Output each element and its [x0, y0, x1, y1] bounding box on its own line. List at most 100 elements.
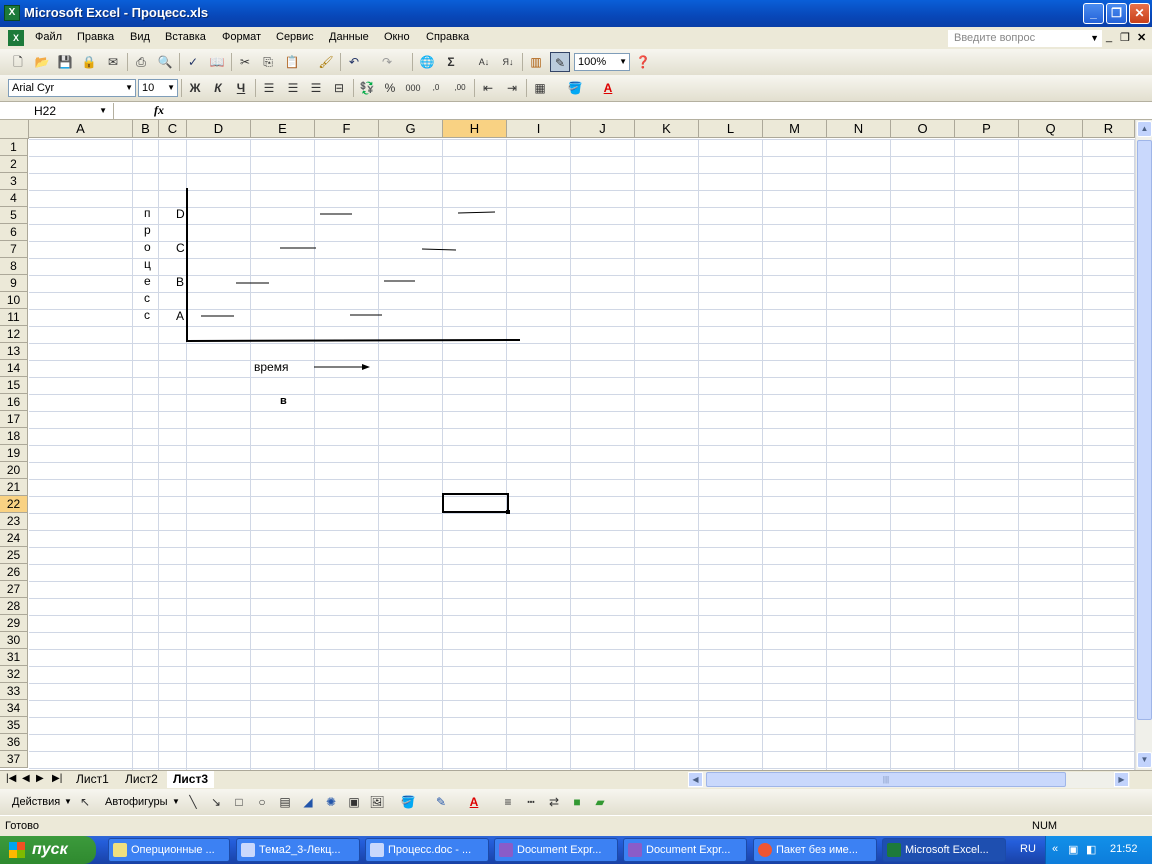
paste-icon[interactable]: 📋 [282, 52, 302, 72]
line-color-icon[interactable]: ✎ [431, 792, 451, 812]
help-icon[interactable]: ❓ [633, 52, 653, 72]
clipart-icon[interactable]: ▣ [344, 792, 364, 812]
decrease-indent-icon[interactable]: ⇤ [478, 78, 498, 98]
network-icon[interactable]: ▣ [1068, 843, 1078, 856]
doc-restore-icon[interactable]: ❐ [1120, 31, 1130, 44]
task-word-2[interactable]: Процесс.doc - ... [365, 838, 489, 862]
align-right-icon[interactable]: ☰ [306, 78, 326, 98]
sheet-tab-1[interactable]: Лист1 [70, 771, 115, 788]
italic-button[interactable]: К [208, 78, 228, 98]
permission-icon[interactable]: 🔒 [79, 52, 99, 72]
spelling-icon[interactable]: ✓ [183, 52, 203, 72]
chevron-down-icon[interactable]: ▼ [167, 80, 175, 96]
actions-menu[interactable]: Действия [12, 796, 60, 808]
autosum-icon[interactable]: Σ [441, 52, 461, 72]
autoshapes-menu[interactable]: Автофигуры [105, 796, 168, 808]
workbook-icon[interactable]: X [8, 30, 24, 46]
menu-help[interactable]: Справка [426, 31, 469, 43]
hyperlink-icon[interactable]: 🌐 [417, 52, 437, 72]
chevron-down-icon[interactable]: ▼ [1090, 31, 1099, 46]
percent-button[interactable]: % [380, 78, 400, 98]
doc-minimize-icon[interactable]: _ [1106, 31, 1112, 43]
restore-button[interactable]: ❐ [1106, 3, 1127, 24]
currency-icon[interactable]: 💱 [357, 78, 377, 98]
increase-indent-icon[interactable]: ⇥ [502, 78, 522, 98]
menu-insert[interactable]: Вставка [165, 31, 206, 43]
font-color-icon[interactable]: A [598, 78, 618, 98]
undo-icon[interactable]: ↶ [344, 52, 364, 72]
chevron-down-icon[interactable]: ▼ [64, 797, 72, 806]
minimize-button[interactable]: _ [1083, 3, 1104, 24]
task-document-express-1[interactable]: Document Expr... [494, 838, 618, 862]
menu-file[interactable]: Файл [35, 31, 62, 43]
chevron-down-icon[interactable]: ▼ [172, 797, 180, 806]
underline-button[interactable]: Ч [231, 78, 251, 98]
scroll-right-icon[interactable]: ▶ [1114, 772, 1129, 787]
menu-data[interactable]: Данные [329, 31, 369, 43]
excel-app-icon[interactable]: X [4, 5, 20, 21]
hscroll-thumb[interactable]: ||| [706, 772, 1066, 787]
chevron-down-icon[interactable]: ▼ [619, 54, 627, 70]
decrease-decimal-button[interactable]: ,00 [450, 78, 470, 98]
shadow-icon[interactable]: ■ [567, 792, 587, 812]
sort-ascending-icon[interactable]: A↓ [474, 52, 494, 72]
task-word-1[interactable]: Тема2_3-Лекц... [236, 838, 360, 862]
scroll-thumb[interactable] [1137, 140, 1152, 720]
copy-icon[interactable]: ⎘ [258, 52, 278, 72]
scroll-up-icon[interactable]: ▲ [1137, 121, 1152, 137]
language-indicator[interactable]: RU [1020, 843, 1036, 855]
doc-close-icon[interactable]: ✕ [1137, 31, 1146, 44]
font-size-select[interactable]: 10 ▼ [138, 79, 178, 97]
menu-window[interactable]: Окно [384, 31, 410, 43]
fill-color-icon[interactable]: 🪣 [565, 78, 585, 98]
drawing-toggle-icon[interactable]: ✎ [550, 52, 570, 72]
close-button[interactable]: ✕ [1129, 3, 1150, 24]
menu-tools[interactable]: Сервис [276, 31, 314, 43]
fill-color-icon[interactable]: 🪣 [398, 792, 418, 812]
oval-icon[interactable]: ○ [252, 792, 272, 812]
sort-descending-icon[interactable]: Я↓ [498, 52, 518, 72]
email-icon[interactable]: ✉ [103, 52, 123, 72]
research-icon[interactable]: 📖 [207, 52, 227, 72]
prev-sheet-icon[interactable]: ◀ [22, 773, 30, 784]
align-left-icon[interactable]: ☰ [259, 78, 279, 98]
tray-expand-icon[interactable]: « [1052, 843, 1058, 855]
line-icon[interactable]: ╲ [183, 792, 203, 812]
last-sheet-icon[interactable]: ▶| [52, 773, 62, 784]
merge-center-icon[interactable]: ⊟ [329, 78, 349, 98]
3d-style-icon[interactable]: ▰ [590, 792, 610, 812]
align-center-icon[interactable]: ☰ [283, 78, 303, 98]
font-color-icon[interactable]: A [464, 792, 484, 812]
sheet-tab-3[interactable]: Лист3 [167, 771, 215, 788]
task-excel[interactable]: Microsoft Excel... [882, 838, 1006, 862]
chevron-down-icon[interactable]: ▼ [125, 80, 133, 96]
font-select[interactable]: Arial Cyr ▼ [8, 79, 136, 97]
open-icon[interactable]: 📂 [32, 52, 52, 72]
bold-button[interactable]: Ж [185, 78, 205, 98]
redo-icon[interactable]: ↷ [377, 52, 397, 72]
task-folder[interactable]: Оперционные ... [108, 838, 230, 862]
task-package[interactable]: Пакет без име... [753, 838, 877, 862]
menu-edit[interactable]: Правка [77, 31, 114, 43]
new-icon[interactable]: 🗋 [8, 52, 28, 72]
increase-decimal-button[interactable]: ,0 [426, 78, 446, 98]
borders-icon[interactable]: ▦ [530, 78, 550, 98]
ask-question-input[interactable]: Введите вопрос ▼ [948, 30, 1102, 47]
first-sheet-icon[interactable]: |◀ [6, 773, 16, 784]
zoom-select[interactable]: 100% ▼ [574, 53, 630, 71]
dash-style-icon[interactable]: ┅ [521, 792, 541, 812]
print-icon[interactable]: ⎙ [131, 52, 151, 72]
chevron-down-icon[interactable]: ▼ [99, 103, 107, 119]
cut-icon[interactable]: ✂ [235, 52, 255, 72]
menu-format[interactable]: Формат [222, 31, 261, 43]
fx-icon[interactable]: fx [154, 103, 164, 118]
next-sheet-icon[interactable]: ▶ [36, 773, 44, 784]
arrow-icon[interactable]: ↘ [206, 792, 226, 812]
arrow-style-icon[interactable]: ⇄ [544, 792, 564, 812]
textbox-icon[interactable]: ▤ [275, 792, 295, 812]
rectangle-icon[interactable]: □ [229, 792, 249, 812]
picture-icon[interactable]: 🖼 [367, 792, 387, 812]
wordart-icon[interactable]: ◢ [298, 792, 318, 812]
start-button[interactable]: пуск [0, 836, 96, 864]
horizontal-scrollbar[interactable]: ◀ ||| ▶ [688, 772, 1130, 788]
